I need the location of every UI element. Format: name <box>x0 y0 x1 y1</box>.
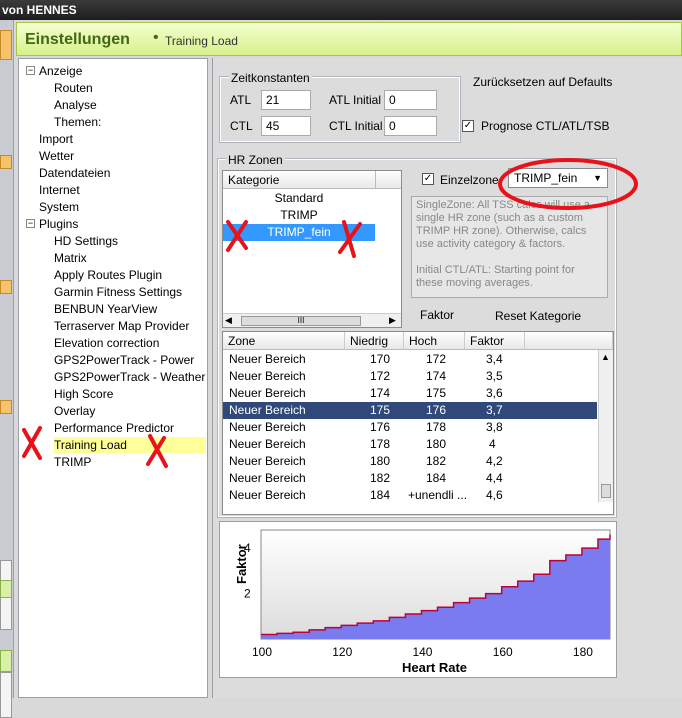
annotation-x-marks <box>22 220 362 468</box>
annotation-overlay <box>22 158 638 468</box>
highlight-circle <box>498 158 638 210</box>
x-mark <box>146 434 168 468</box>
x-mark <box>226 220 248 252</box>
x-mark <box>22 426 42 460</box>
x-mark <box>338 220 362 258</box>
